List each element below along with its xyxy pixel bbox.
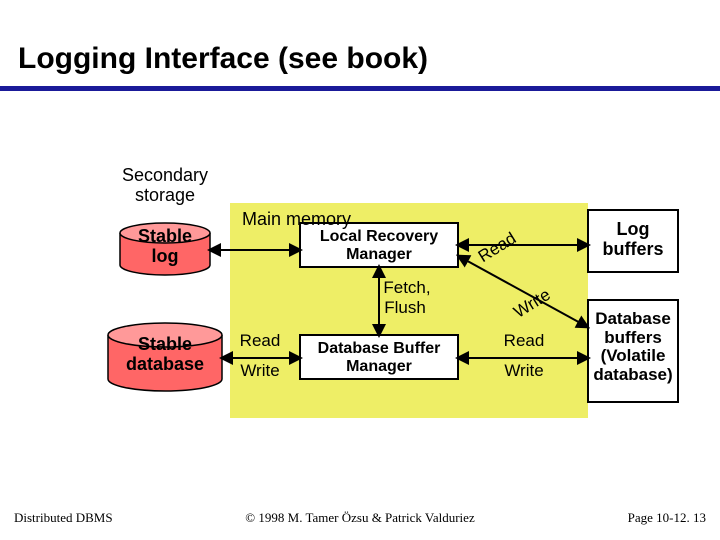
log-buffers-text: Logbuffers [588,220,678,260]
lrm-label-1: Local Recovery [320,228,438,245]
secondary-storage-label: Secondarystorage [110,166,220,206]
stable-log-text: Stablelog [120,227,210,267]
main-memory-label: Main memory [242,210,351,230]
label-flush: Flush [384,298,426,317]
label-read-right: Read [504,331,545,350]
lrm-label-2: Manager [346,246,412,263]
dbm-label-1: Database Buffer [318,340,441,357]
stable-db-text: Stabledatabase [108,335,222,375]
db-buffers-text: Databasebuffers(Volatiledatabase) [588,310,678,385]
footer-right: Page 10-12. 13 [628,510,706,526]
label-write-right: Write [504,361,543,380]
diagram-canvas: Local Recovery Manager Database Buffer M… [0,0,720,540]
label-fetch: Fetch, [383,278,430,297]
label-write-left: Write [240,361,279,380]
footer-center: © 1998 M. Tamer Özsu & Patrick Valduriez [0,510,720,526]
dbm-label-2: Manager [346,358,412,375]
label-read-left: Read [240,331,281,350]
